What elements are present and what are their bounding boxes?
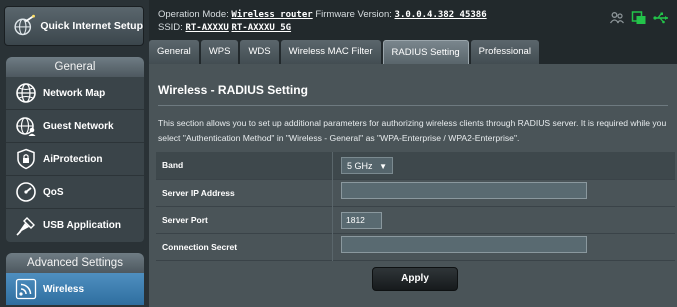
sidebar-item-label: QoS: [43, 186, 64, 198]
radius-settings-table: Band 5 GHz ▼ Server IP Address Server Po…: [156, 152, 675, 261]
status-bar: Operation Mode: Wireless router Firmware…: [149, 0, 677, 38]
advanced-menu: Wireless: [6, 273, 144, 306]
band-select[interactable]: 5 GHz ▼: [341, 157, 393, 175]
sidebar-item-guest-network[interactable]: Guest Network: [6, 110, 144, 143]
quick-internet-setup-button[interactable]: Quick Internet Setup: [4, 6, 144, 46]
globe-icon: [16, 83, 36, 103]
tab-wds[interactable]: WDS: [240, 40, 279, 64]
sidebar-item-label: Guest Network: [43, 120, 114, 132]
firmware-label: Firmware Version:: [315, 9, 392, 20]
sidebar-item-label: AiProtection: [43, 153, 103, 165]
sidebar-item-qos[interactable]: QoS: [6, 176, 144, 209]
main-content: Wireless - RADIUS Setting This section a…: [149, 64, 677, 307]
clients-icon[interactable]: [609, 10, 625, 26]
operation-mode-line: Operation Mode: Wireless router Firmware…: [158, 9, 487, 20]
usb-status-icon[interactable]: [653, 10, 669, 26]
table-row: Connection Secret: [156, 233, 675, 260]
ssid-2g-link[interactable]: RT-AXXXU: [185, 23, 228, 33]
ssid-label: SSID:: [158, 22, 183, 33]
quick-internet-setup-label: Quick Internet Setup: [40, 20, 143, 32]
sidebar-item-wireless[interactable]: Wireless: [6, 273, 144, 306]
page-title: Wireless - RADIUS Setting: [158, 83, 308, 97]
ssid-line: SSID: RT-AXXXU RT-AXXXU_5G: [158, 22, 291, 33]
server-ip-label: Server IP Address: [162, 187, 235, 198]
wifi-icon: [15, 278, 37, 300]
band-select-value: 5 GHz: [347, 161, 373, 172]
tab-wps[interactable]: WPS: [200, 40, 239, 64]
lock-icon: [17, 148, 35, 170]
table-row: Server Port 1812: [156, 206, 675, 233]
speedometer-icon: [16, 182, 36, 202]
general-menu: Network Map Guest Network AiProtection Q…: [6, 77, 144, 242]
chevron-down-icon: ▼: [379, 162, 387, 172]
status-icons: [609, 10, 669, 26]
server-port-input[interactable]: 1812: [341, 212, 382, 229]
apply-button[interactable]: Apply: [372, 267, 458, 291]
tab-wireless-mac-filter[interactable]: Wireless MAC Filter: [280, 40, 381, 64]
ssid-5g-link[interactable]: RT-AXXXU_5G: [231, 23, 291, 33]
table-row: Band 5 GHz ▼: [156, 152, 675, 179]
page-description: This section allows you to set up additi…: [158, 118, 667, 143]
operation-mode-link[interactable]: Wireless router: [231, 10, 312, 20]
sidebar: Quick Internet Setup General Network Map…: [0, 0, 149, 307]
sidebar-item-aiprotection[interactable]: AiProtection: [6, 143, 144, 176]
tab-radius-setting[interactable]: RADIUS Setting: [382, 40, 469, 64]
connection-secret-label: Connection Secret: [162, 241, 238, 252]
firmware-version-link[interactable]: 3.0.0.4.382_45386: [395, 10, 487, 20]
connection-secret-input[interactable]: [341, 235, 587, 253]
tab-bar: General WPS WDS Wireless MAC Filter RADI…: [149, 38, 677, 64]
sidebar-item-label: Network Map: [43, 87, 106, 99]
sidebar-item-label: Wireless: [43, 283, 85, 295]
advanced-settings-header: Advanced Settings: [6, 253, 144, 273]
sidebar-item-usb-application[interactable]: USB Application: [6, 209, 144, 242]
globe-wand-icon: [14, 14, 35, 36]
tab-general[interactable]: General: [149, 40, 199, 64]
sidebar-item-label: USB Application: [43, 220, 121, 231]
title-divider: [158, 105, 668, 106]
operation-mode-label: Operation Mode:: [158, 9, 229, 20]
sidebar-item-network-map[interactable]: Network Map: [6, 77, 144, 110]
table-row: Server IP Address: [156, 179, 675, 206]
guest-globe-icon: [16, 117, 36, 136]
tab-professional[interactable]: Professional: [470, 40, 539, 64]
band-label: Band: [162, 160, 184, 171]
general-section-header: General: [6, 57, 144, 77]
server-port-label: Server Port: [162, 214, 208, 225]
server-ip-input[interactable]: [341, 181, 587, 199]
usb-puzzle-icon: [16, 216, 35, 236]
internet-status-icon[interactable]: [631, 10, 647, 26]
